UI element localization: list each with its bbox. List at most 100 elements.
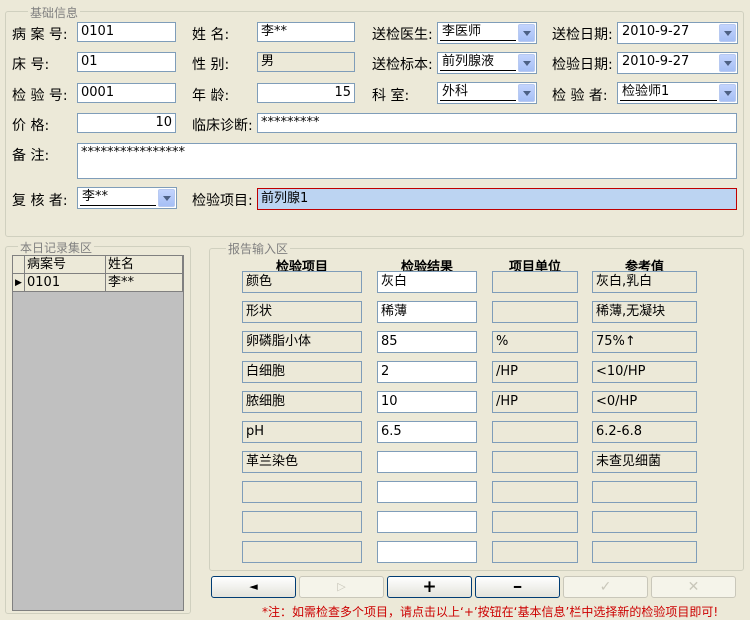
test-no-label: 检 验 号: [12, 88, 68, 104]
report-item-cell [242, 481, 362, 503]
dept-value: 外科 [440, 84, 516, 101]
chevron-down-icon[interactable] [518, 24, 535, 42]
tester-label: 检 验 者: [552, 88, 608, 104]
chevron-down-icon[interactable] [719, 84, 736, 102]
sex-field: 男 [257, 52, 355, 72]
test-date-value: 2010-9-27 [622, 54, 690, 69]
table-cell[interactable]: 李** [106, 274, 183, 292]
chevron-down-icon[interactable] [719, 54, 736, 72]
report-reference-cell: <0/HP [592, 391, 697, 413]
report-unit-cell: % [492, 331, 578, 353]
report-reference-cell: 稀薄,无凝块 [592, 301, 697, 323]
diagnosis-label: 临床诊断: [192, 118, 253, 134]
diagnosis-field[interactable]: ********* [257, 113, 737, 133]
send-date-label: 送检日期: [552, 27, 613, 43]
report-item-cell: 脓细胞 [242, 391, 362, 413]
test-date-picker[interactable]: 2010-9-27 [617, 52, 738, 74]
tester-select[interactable]: 检验师1 [617, 82, 738, 104]
report-result-field[interactable] [377, 511, 477, 533]
column-header[interactable]: 病案号 [25, 256, 106, 274]
confirm-button[interactable]: ✓ [563, 576, 648, 598]
age-field[interactable]: 15 [257, 83, 355, 103]
footer-note: *注：如需检查多个项目，请点击以上‘+’按钮在‘基本信息’栏中选择新的检验项目即… [262, 605, 719, 619]
report-reference-cell [592, 511, 697, 533]
specimen-label: 送检标本: [372, 57, 433, 73]
reviewer-select[interactable]: 李** [77, 187, 177, 209]
report-reference-cell: 未查见细菌 [592, 451, 697, 473]
report-reference-cell: 6.2-6.8 [592, 421, 697, 443]
report-unit-cell: /HP [492, 361, 578, 383]
basic-info-legend: 基础信息 [28, 4, 81, 21]
sex-label: 性 别: [192, 57, 230, 73]
report-item-cell [242, 511, 362, 533]
case-no-field[interactable]: 0101 [77, 22, 176, 42]
dept-select[interactable]: 外科 [437, 82, 537, 104]
column-header[interactable]: 姓名 [106, 256, 183, 274]
report-result-field[interactable] [377, 481, 477, 503]
add-item-button[interactable]: + [387, 576, 472, 598]
chevron-down-icon[interactable] [158, 189, 175, 207]
report-result-field[interactable]: 10 [377, 391, 477, 413]
cancel-button[interactable]: ✕ [651, 576, 736, 598]
name-label: 姓 名: [192, 27, 230, 43]
next-record-button[interactable]: ▷ [299, 576, 384, 598]
chevron-down-icon[interactable] [719, 24, 736, 42]
test-no-field[interactable]: 0001 [77, 83, 176, 103]
report-result-field[interactable]: 85 [377, 331, 477, 353]
report-unit-cell [492, 481, 578, 503]
specimen-select[interactable]: 前列腺液 [437, 52, 537, 74]
report-result-field[interactable] [377, 541, 477, 563]
chevron-down-icon[interactable] [518, 84, 535, 102]
report-legend: 报告输入区 [226, 240, 291, 257]
price-label: 价 格: [12, 118, 50, 134]
report-result-field[interactable] [377, 451, 477, 473]
report-unit-cell: /HP [492, 391, 578, 413]
remark-label: 备 注: [12, 148, 50, 164]
report-item-cell: 颜色 [242, 271, 362, 293]
report-unit-cell [492, 271, 578, 293]
report-result-field[interactable]: 6.5 [377, 421, 477, 443]
report-item-cell: 形状 [242, 301, 362, 323]
tester-value: 检验师1 [620, 84, 717, 101]
send-date-value: 2010-9-27 [622, 24, 690, 39]
test-item-label: 检验项目: [192, 193, 253, 209]
report-unit-cell [492, 511, 578, 533]
price-field[interactable]: 10 [77, 113, 176, 133]
doctor-select[interactable]: 李医师 [437, 22, 537, 44]
bed-label: 床 号: [12, 57, 50, 73]
report-result-field[interactable]: 2 [377, 361, 477, 383]
prev-record-button[interactable]: ◄ [211, 576, 296, 598]
report-unit-cell [492, 421, 578, 443]
row-selector-icon[interactable]: ▶ [13, 274, 25, 292]
doctor-value: 李医师 [440, 24, 516, 41]
remark-field[interactable]: **************** [77, 143, 737, 179]
report-item-cell: pH [242, 421, 362, 443]
report-result-field[interactable]: 稀薄 [377, 301, 477, 323]
delete-item-button[interactable]: ━ [475, 576, 560, 598]
specimen-value: 前列腺液 [440, 54, 516, 71]
case-no-label: 病 案 号: [12, 27, 68, 43]
test-date-label: 检验日期: [552, 57, 613, 73]
report-reference-cell: 75%↑ [592, 331, 697, 353]
report-item-cell: 白细胞 [242, 361, 362, 383]
dept-label: 科 室: [372, 88, 410, 104]
report-item-cell: 卵磷脂小体 [242, 331, 362, 353]
table-cell[interactable]: 0101 [25, 274, 106, 292]
chevron-down-icon[interactable] [518, 54, 535, 72]
name-field[interactable]: 李** [257, 22, 355, 42]
report-item-cell: 革兰染色 [242, 451, 362, 473]
doctor-label: 送检医生: [372, 27, 433, 43]
report-reference-cell: <10/HP [592, 361, 697, 383]
bed-field[interactable]: 01 [77, 52, 176, 72]
report-reference-cell: 灰白,乳白 [592, 271, 697, 293]
report-unit-cell [492, 541, 578, 563]
grid-corner [13, 256, 25, 274]
report-unit-cell [492, 301, 578, 323]
report-item-cell [242, 541, 362, 563]
reviewer-value: 李** [80, 189, 156, 206]
test-item-field[interactable]: 前列腺1 [257, 188, 737, 210]
age-label: 年 龄: [192, 88, 230, 104]
send-date-picker[interactable]: 2010-9-27 [617, 22, 738, 44]
records-grid[interactable]: 病案号 姓名 ▶ 0101 李** [12, 255, 184, 611]
report-result-field[interactable]: 灰白 [377, 271, 477, 293]
